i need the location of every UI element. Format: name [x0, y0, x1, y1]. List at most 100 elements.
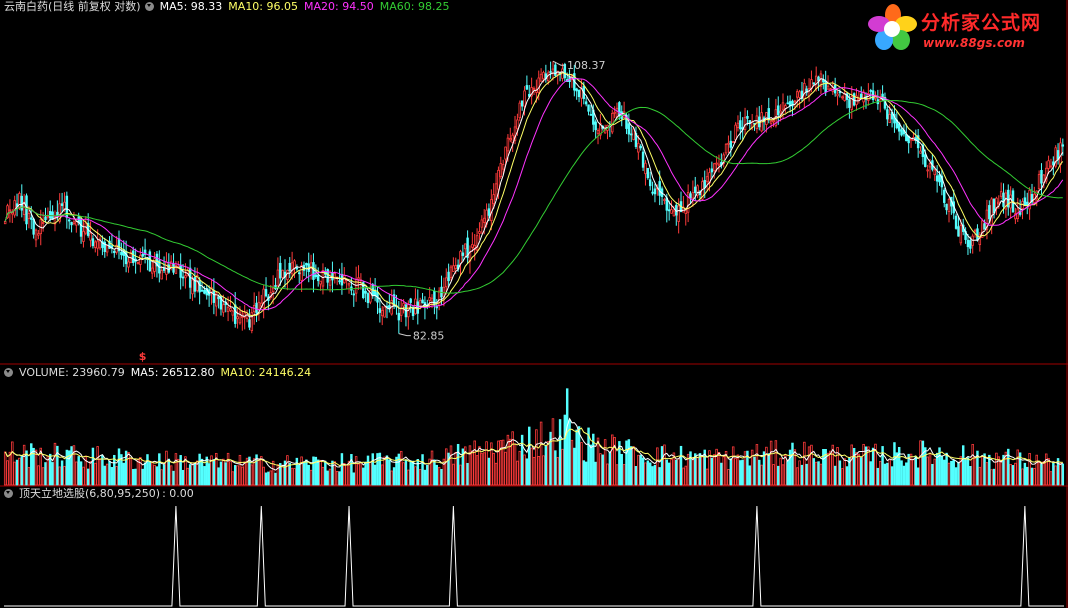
candle-body: [795, 91, 799, 98]
candle-body: [409, 298, 412, 303]
volume-bar: [480, 453, 484, 486]
candle-body: [703, 179, 706, 189]
candle-body: [449, 266, 453, 278]
volume-bar: [943, 459, 946, 486]
volume-bar: [381, 464, 384, 486]
volume-bar: [577, 426, 581, 486]
candle-body: [222, 304, 225, 313]
logo-url: www.88gs.com: [923, 36, 1025, 50]
volume-bar: [148, 461, 152, 486]
candle-body: [499, 163, 503, 178]
candle-body: [229, 307, 232, 311]
candle-body: [309, 262, 313, 268]
volume-bar: [44, 462, 47, 486]
volume-bar: [300, 456, 303, 486]
candle-body: [316, 274, 320, 282]
dropdown-icon[interactable]: [144, 2, 154, 11]
volume-bar: [302, 461, 306, 486]
volume-bar: [701, 455, 704, 486]
candle-body: [710, 168, 714, 173]
candle-body: [651, 191, 654, 194]
volume-bar: [696, 457, 699, 486]
volume-bar: [926, 456, 929, 486]
volume-bar: [139, 457, 142, 486]
candle-body: [969, 240, 972, 249]
volume-bar: [338, 471, 341, 486]
volume-bar: [449, 445, 453, 486]
volume-bar: [331, 460, 334, 486]
volume-ma5-value: MA5: 26512.80: [130, 366, 215, 379]
candle-body: [689, 193, 692, 199]
candle-body: [89, 232, 92, 241]
volume-bar: [582, 460, 586, 486]
volume-bar: [580, 442, 583, 486]
volume-bar: [146, 454, 149, 486]
volume-bar: [86, 468, 90, 486]
volume-bar: [961, 445, 965, 486]
volume-bar: [471, 450, 474, 486]
candle-body: [509, 138, 512, 141]
candle-body: [705, 176, 709, 183]
volume-bar: [172, 470, 175, 486]
volume-bar: [954, 467, 958, 486]
candle-body: [860, 93, 863, 99]
candle-body: [919, 150, 922, 154]
volume-bar: [402, 462, 405, 486]
candle-body: [539, 73, 543, 82]
candle-body: [577, 89, 581, 98]
candle-body: [132, 250, 135, 263]
volume-bar: [739, 460, 742, 486]
candle-body: [25, 195, 28, 225]
volume-bar: [37, 465, 40, 486]
volume-bar: [404, 459, 408, 486]
candle-body: [501, 164, 505, 170]
volume-bar: [60, 460, 64, 486]
indicator-signal-line: [4, 505, 1064, 607]
volume-bar: [136, 459, 140, 486]
volume-bar: [51, 462, 54, 486]
volume-bar: [772, 464, 775, 486]
volume-bar: [224, 462, 227, 486]
candle-body: [644, 162, 647, 175]
volume-bar: [494, 462, 498, 486]
candle-body: [399, 308, 403, 316]
candle-body: [79, 218, 83, 237]
volume-bar: [298, 464, 301, 486]
candle-body: [200, 289, 204, 292]
candle-body: [72, 221, 76, 224]
ma20-line: [4, 77, 1064, 311]
candle-body: [637, 142, 640, 153]
volume-bar: [722, 456, 725, 486]
volume-bar: [1030, 467, 1034, 486]
candle-body: [271, 287, 275, 293]
volume-bar: [181, 469, 185, 486]
volume-bar: [328, 468, 332, 486]
volume-bar: [430, 450, 434, 486]
volume-bar: [1033, 468, 1036, 486]
volume-bar: [117, 448, 121, 486]
dropdown-icon[interactable]: [4, 489, 13, 498]
volume-bar: [411, 460, 415, 486]
candle-body: [383, 306, 386, 318]
dropdown-icon[interactable]: [4, 368, 13, 377]
volume-bar: [810, 444, 813, 486]
volume-bar: [445, 448, 448, 486]
candle-body: [520, 100, 524, 107]
candle-body: [857, 98, 861, 101]
volume-bar: [698, 453, 702, 486]
site-logo: 分析家公式网 www.88gs.com: [865, 2, 1060, 56]
volume-bar: [546, 441, 550, 486]
volume-bar: [423, 469, 427, 486]
candle-body: [447, 271, 450, 282]
candle-body: [41, 222, 45, 224]
volume-bar: [558, 419, 562, 486]
candle-body: [236, 316, 239, 320]
volume-bar: [91, 447, 95, 486]
candle-body: [421, 299, 424, 304]
candle-body: [1009, 194, 1012, 209]
volume-bar: [601, 454, 604, 486]
flower-logo-icon: [868, 4, 917, 50]
volume-bar: [485, 441, 488, 486]
volume-bar: [516, 460, 519, 486]
volume-bar: [760, 464, 763, 486]
